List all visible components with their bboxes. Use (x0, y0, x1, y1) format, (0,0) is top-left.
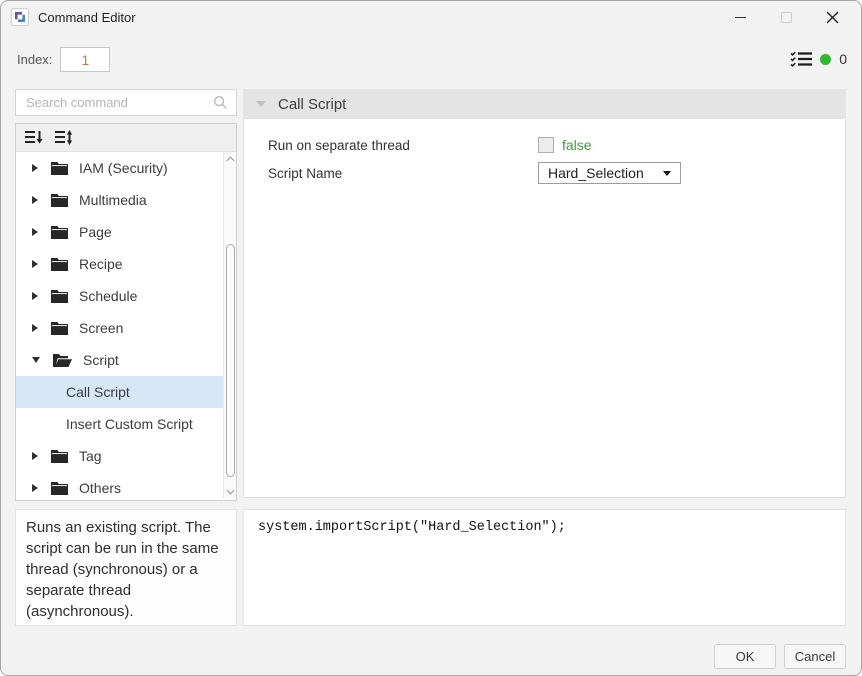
tree-item-label: Multimedia (79, 192, 147, 208)
search-icon (213, 95, 227, 109)
folder-icon (51, 161, 68, 175)
tree-item-label: Insert Custom Script (66, 416, 193, 432)
chevron-right-icon[interactable] (32, 484, 38, 492)
index-input[interactable] (60, 47, 111, 72)
tree-item-label: Recipe (79, 256, 123, 272)
app-logo-icon (11, 8, 29, 26)
ok-button[interactable]: OK (714, 644, 776, 669)
property-label: Script Name (268, 165, 343, 181)
cancel-button[interactable]: Cancel (784, 644, 846, 669)
minimize-icon (734, 16, 746, 18)
chevron-right-icon[interactable] (32, 196, 38, 204)
chevron-right-icon[interactable] (32, 324, 38, 332)
property-label: Run on separate thread (268, 137, 410, 153)
dropdown-selected-value: Hard_Selection (548, 165, 644, 181)
property-section-header: Call Script (243, 89, 846, 119)
index-label: Index: (17, 52, 53, 67)
collapse-all-icon[interactable] (25, 130, 43, 145)
search-box (15, 89, 237, 116)
checklist-icon[interactable] (790, 51, 813, 67)
tree-item-schedule[interactable]: Schedule (16, 280, 223, 312)
chevron-right-icon[interactable] (32, 292, 38, 300)
close-icon (826, 11, 838, 23)
folder-icon (51, 257, 68, 271)
tree-item-page[interactable]: Page (16, 216, 223, 248)
scroll-down-icon[interactable] (224, 485, 236, 499)
close-button[interactable] (809, 2, 855, 32)
section-collapse-icon[interactable] (256, 101, 266, 107)
script-code-preview[interactable]: system.importScript("Hard_Selection"); (243, 509, 846, 626)
tree-item-label: Page (79, 224, 112, 240)
index-row: Index: (17, 47, 111, 72)
folder-icon (51, 193, 68, 207)
window-controls (717, 1, 855, 33)
scroll-up-icon[interactable] (224, 152, 236, 166)
expand-all-icon[interactable] (55, 130, 73, 145)
tree-item-label: Call Script (66, 384, 130, 400)
command-editor-window: Command Editor Index: 0 (0, 0, 862, 676)
tree-item-insert-custom-script[interactable]: Insert Custom Script (16, 408, 223, 440)
status-cluster: 0 (790, 51, 847, 67)
chevron-right-icon[interactable] (32, 260, 38, 268)
tree-item-label: Screen (79, 320, 124, 336)
search-input[interactable] (24, 94, 213, 111)
tree-item-tag[interactable]: Tag (16, 440, 223, 472)
tree-item-label: IAM (Security) (79, 160, 168, 176)
tree-item-recipe[interactable]: Recipe (16, 248, 223, 280)
tree-list: IAM (Security) Multimedia Page Recipe Sc… (16, 152, 236, 499)
maximize-icon (780, 11, 792, 23)
script-name-dropdown[interactable]: Hard_Selection (538, 162, 681, 184)
run-on-separate-thread-checkbox[interactable] (538, 137, 554, 153)
section-title: Call Script (278, 95, 347, 113)
folder-icon (51, 289, 68, 303)
tree-item-label: Schedule (79, 288, 138, 304)
chevron-right-icon[interactable] (32, 452, 38, 460)
folder-open-icon (53, 353, 72, 367)
tree-toolbar (16, 124, 236, 152)
tree-item-label: Others (79, 480, 122, 496)
status-count: 0 (839, 51, 847, 67)
window-title: Command Editor (38, 9, 136, 25)
tree-item-label: Tag (79, 448, 102, 464)
status-dot-icon (820, 53, 832, 65)
chevron-right-icon[interactable] (32, 228, 38, 236)
command-tree-panel: IAM (Security) Multimedia Page Recipe Sc… (15, 123, 237, 501)
dropdown-arrow-icon (663, 170, 671, 176)
command-description: Runs an existing script. The script can … (15, 509, 237, 626)
minimize-button[interactable] (717, 2, 763, 32)
property-row-script-name: Script Name Hard_Selection (244, 162, 845, 184)
tree-scrollbar[interactable] (223, 152, 236, 499)
folder-icon (51, 449, 68, 463)
tree-item-others[interactable]: Others (16, 472, 223, 499)
checkbox-value-label: false (562, 137, 592, 153)
maximize-button[interactable] (763, 2, 809, 32)
tree-item-label: Script (83, 352, 119, 368)
chevron-down-icon[interactable] (32, 357, 40, 363)
tree-item-multimedia[interactable]: Multimedia (16, 184, 223, 216)
folder-icon (51, 481, 68, 495)
tree-item-script[interactable]: Script (16, 344, 223, 376)
tree-item-iam-security[interactable]: IAM (Security) (16, 152, 223, 184)
scrollbar-thumb[interactable] (225, 244, 235, 477)
folder-icon (51, 225, 68, 239)
tree-item-screen[interactable]: Screen (16, 312, 223, 344)
property-panel: Run on separate thread false Script Name… (243, 119, 846, 498)
chevron-right-icon[interactable] (32, 164, 38, 172)
titlebar: Command Editor (1, 1, 861, 33)
property-row-run-on-separate-thread: Run on separate thread false (244, 137, 845, 153)
folder-icon (51, 321, 68, 335)
tree-item-call-script[interactable]: Call Script (16, 376, 223, 408)
